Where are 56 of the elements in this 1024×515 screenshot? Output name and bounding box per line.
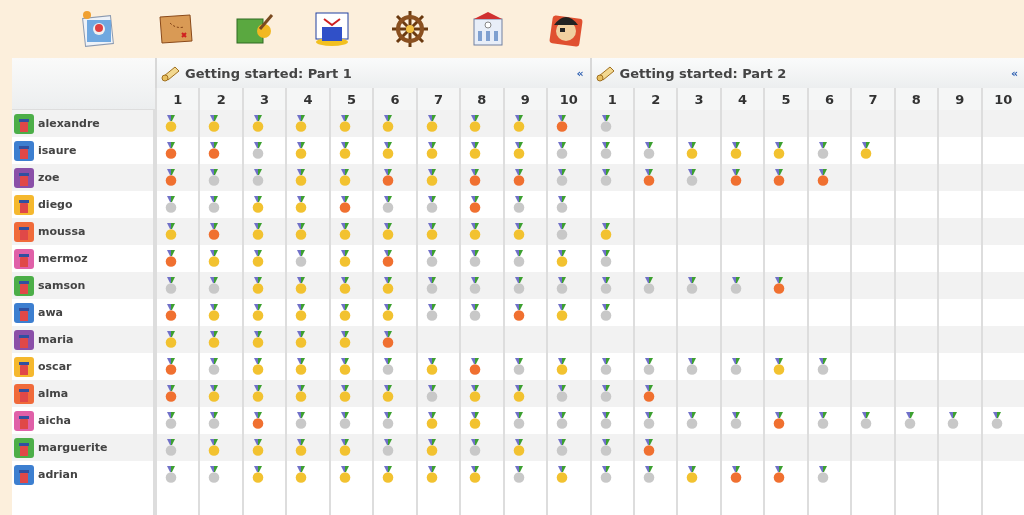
student-name[interactable]: maria bbox=[38, 333, 74, 346]
column-header: 2 bbox=[198, 88, 242, 110]
student-name[interactable]: alexandre bbox=[38, 117, 100, 130]
column-header: 8 bbox=[893, 88, 938, 110]
table-cell bbox=[763, 218, 807, 245]
student-name[interactable]: awa bbox=[38, 306, 63, 319]
table-cell bbox=[676, 218, 720, 245]
table-cell bbox=[850, 326, 894, 353]
column-header: 10 bbox=[546, 88, 590, 110]
table-cell bbox=[980, 218, 1024, 245]
column-header: 5 bbox=[328, 88, 373, 110]
collapse-link[interactable]: « bbox=[1010, 66, 1018, 80]
table-cell bbox=[980, 272, 1024, 299]
table-cell bbox=[937, 326, 981, 353]
table-cell bbox=[980, 110, 1024, 137]
column-header: 2 bbox=[632, 88, 677, 110]
table-cell bbox=[980, 326, 1024, 353]
student-name[interactable]: moussa bbox=[38, 225, 86, 238]
column-header: 8 bbox=[459, 88, 503, 110]
column-header: 4 bbox=[285, 88, 329, 110]
scroll-icon bbox=[595, 64, 616, 82]
column-header: 5 bbox=[763, 88, 807, 110]
student-name[interactable]: marguerite bbox=[38, 441, 108, 454]
section-title: Getting started: Part 1 bbox=[185, 65, 353, 81]
student-name[interactable]: aicha bbox=[38, 414, 71, 427]
student-name[interactable]: adrian bbox=[38, 468, 78, 481]
table-cell bbox=[850, 272, 894, 299]
collapse-link[interactable]: « bbox=[576, 66, 584, 80]
ship-wheel-icon[interactable] bbox=[390, 9, 430, 49]
student-name[interactable]: mermoz bbox=[38, 252, 88, 265]
column-header: 1 bbox=[155, 88, 199, 110]
student-name[interactable]: oscar bbox=[38, 360, 72, 373]
column-header: 10 bbox=[980, 88, 1024, 110]
column-header: 7 bbox=[850, 88, 894, 110]
column-header: 9 bbox=[937, 88, 981, 110]
column-header: 9 bbox=[502, 88, 547, 110]
table-cell bbox=[937, 110, 981, 137]
student-name[interactable]: zoe bbox=[38, 171, 60, 184]
column-header: 4 bbox=[719, 88, 764, 110]
column-header: 1 bbox=[589, 88, 633, 110]
table-cell bbox=[937, 272, 981, 299]
column-header: 3 bbox=[241, 88, 286, 110]
table-cell bbox=[937, 218, 981, 245]
column-header: 6 bbox=[372, 88, 416, 110]
student-name[interactable]: samson bbox=[38, 279, 86, 292]
table-cell bbox=[937, 164, 981, 191]
column-header: 7 bbox=[415, 88, 460, 110]
student-name[interactable]: isaure bbox=[38, 144, 77, 157]
section-title: Getting started: Part 2 bbox=[619, 65, 788, 81]
scroll-icon bbox=[161, 64, 181, 82]
student-name[interactable]: alma bbox=[38, 387, 69, 400]
student-name[interactable]: diego bbox=[38, 198, 73, 211]
column-header: 6 bbox=[806, 88, 851, 110]
table-cell bbox=[980, 164, 1024, 191]
table-cell bbox=[850, 218, 894, 245]
column-header: 3 bbox=[676, 88, 720, 110]
